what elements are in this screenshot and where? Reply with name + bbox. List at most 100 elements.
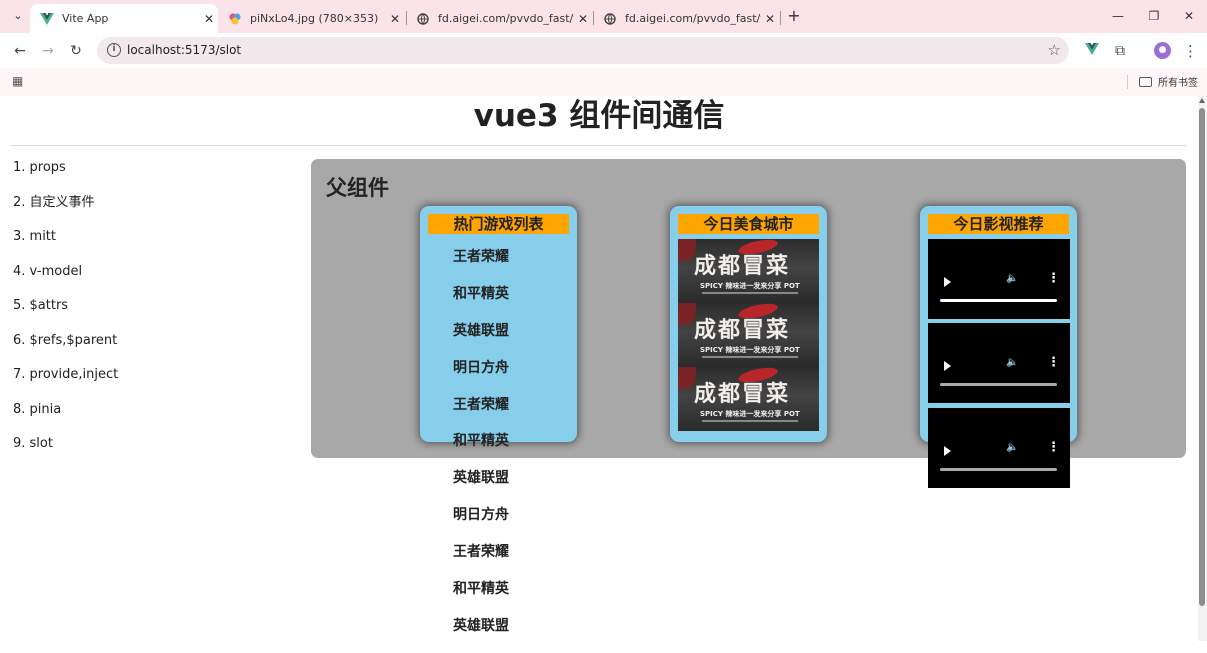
nav-item-pinia[interactable]: 8. pinia [13,401,213,436]
more-options-icon[interactable]: ⋮ [1047,441,1060,454]
tab-title: fd.aigei.com/pvvdo_fast/vdo [625,12,761,25]
volume-icon[interactable]: 🔈 [1006,357,1018,368]
address-bar[interactable]: i localhost:5173/slot ☆ [97,37,1069,64]
close-window-icon[interactable]: ✕ [1178,6,1200,26]
nav-item-props[interactable]: 1. props [13,159,213,194]
nav-item-refs-parent[interactable]: 6. $refs,$parent [13,332,213,367]
food-image-rule [702,420,798,422]
food-image-title: 成都冒菜 [694,317,791,343]
play-icon[interactable] [944,277,951,287]
sidebar-nav: 1. props 2. 自定义事件 3. mitt 4. v-model 5. … [13,159,213,470]
list-item: 明日方舟 [453,507,509,524]
nav-item-mitt[interactable]: 3. mitt [13,228,213,263]
list-item: 明日方舟 [453,359,509,376]
vue-devtools-icon[interactable] [1082,41,1102,61]
food-image-title: 成都冒菜 [694,381,791,407]
food-image-rule [702,292,798,294]
nav-item-attrs[interactable]: 5. $attrs [13,297,213,332]
vue-icon [40,12,54,26]
title-divider [11,145,1187,146]
toolbar: ← → ↻ i localhost:5173/slot ☆ ⧉ ● ⋮ [0,33,1207,68]
close-tab-icon[interactable]: ✕ [574,12,592,26]
tab-aigei-2[interactable]: fd.aigei.com/pvvdo_fast/vdo ✕ [593,4,779,33]
more-options-icon[interactable]: ⋮ [1047,272,1060,285]
video-player[interactable]: 🔈 ⋮ [928,408,1070,488]
folder-icon [1139,76,1152,87]
page-scrollbar[interactable] [1198,96,1207,641]
food-image: 成都冒菜 SPICY 辣味进一发来分享 POT [678,367,819,431]
close-tab-icon[interactable]: ✕ [386,12,404,26]
food-image-title: 成都冒菜 [694,253,791,279]
tab-strip: ⌄ Vite App ✕ piNxLo4.jpg (780×353) ✕ fd.… [0,0,1207,33]
tab-vite-app[interactable]: Vite App ✕ [30,4,218,33]
extensions-icon[interactable]: ⧉ [1110,41,1130,61]
nav-item-provide-inject[interactable]: 7. provide,inject [13,366,213,401]
bookmarks-bar: ▦ 所有书签 [0,68,1207,96]
scroll-thumb[interactable] [1199,108,1205,606]
volume-icon[interactable]: 🔈 [1006,442,1018,453]
game-list: 王者荣耀 和平精英 英雄联盟 明日方舟 王者荣耀 和平精英 英雄联盟 明日方舟 … [453,239,573,636]
food-image-rule [702,356,798,358]
tab-image[interactable]: piNxLo4.jpg (780×353) ✕ [218,4,404,33]
card-header: 热门游戏列表 [428,214,569,234]
food-image-subtitle: SPICY 辣味进一发来分享 POT [700,346,800,354]
list-item: 英雄联盟 [453,470,509,487]
forward-icon[interactable]: → [38,41,58,61]
tab-title: Vite App [62,12,109,25]
list-item: 和平精英 [453,433,509,450]
progress-bar[interactable] [940,383,1057,386]
food-image: 成都冒菜 SPICY 辣味进一发来分享 POT [678,239,819,303]
card-header: 今日美食城市 [678,214,819,234]
video-player[interactable]: 🔈 ⋮ [928,239,1070,319]
card-header: 今日影视推荐 [928,214,1069,234]
volume-icon[interactable]: 🔈 [1006,273,1018,284]
reload-icon[interactable]: ↻ [66,41,86,61]
tab-search-icon[interactable]: ⌄ [8,7,28,25]
video-player[interactable]: 🔈 ⋮ [928,323,1070,403]
site-info-icon[interactable]: i [107,43,121,57]
page-title: vue3 组件间通信 [473,98,725,134]
tab-divider [780,11,781,25]
progress-bar[interactable] [940,468,1057,471]
parent-component: 父组件 热门游戏列表 王者荣耀 和平精英 英雄联盟 明日方舟 王者荣耀 和平精英… [311,159,1186,634]
bookmark-star-icon[interactable]: ☆ [1048,41,1061,59]
browser-window: ⌄ Vite App ✕ piNxLo4.jpg (780×353) ✕ fd.… [0,0,1207,653]
profile-avatar[interactable]: ● [1154,42,1171,59]
globe-icon [603,12,617,26]
nav-item-v-model[interactable]: 4. v-model [13,263,213,298]
url-text[interactable]: localhost:5173/slot [127,43,241,57]
play-icon[interactable] [944,361,951,371]
list-item: 王者荣耀 [453,396,509,413]
minimize-icon[interactable]: — [1107,6,1129,26]
nav-item-slot[interactable]: 9. slot [13,435,213,470]
nav-item-custom-event[interactable]: 2. 自定义事件 [13,194,213,229]
image-icon [228,12,242,26]
games-card: 热门游戏列表 王者荣耀 和平精英 英雄联盟 明日方舟 王者荣耀 和平精英 英雄联… [420,206,577,634]
tab-aigei-1[interactable]: fd.aigei.com/pvvdo_fast/vdo ✕ [406,4,592,33]
progress-bar[interactable] [940,299,1057,302]
movies-card: 今日影视推荐 🔈 ⋮ 🔈 ⋮ 🔈 ⋮ [920,206,1077,488]
apps-grid-icon[interactable]: ▦ [12,74,23,88]
list-item: 和平精英 [453,285,509,302]
close-tab-icon[interactable]: ✕ [761,12,779,26]
tab-title: fd.aigei.com/pvvdo_fast/vdo [438,12,574,25]
list-item: 王者荣耀 [453,544,509,561]
parent-title: 父组件 [326,176,389,200]
list-item: 和平精英 [453,581,509,598]
page-viewport: vue3 组件间通信 1. props 2. 自定义事件 3. mitt 4. … [0,96,1198,636]
scroll-indicator-icon: ⌄ [600,631,607,636]
play-icon[interactable] [944,446,951,456]
close-tab-icon[interactable]: ✕ [200,12,218,26]
back-icon[interactable]: ← [10,41,30,61]
more-options-icon[interactable]: ⋮ [1047,356,1060,369]
list-item: 英雄联盟 [453,322,509,339]
all-bookmarks-button[interactable]: 所有书签 [1139,74,1198,89]
restore-icon[interactable]: ❐ [1143,6,1165,26]
list-item: 英雄联盟 [453,617,509,634]
new-tab-icon[interactable]: + [784,6,804,26]
menu-icon[interactable]: ⋮ [1183,41,1198,61]
food-image: 成都冒菜 SPICY 辣味进一发来分享 POT [678,303,819,367]
food-image-subtitle: SPICY 辣味进一发来分享 POT [700,282,800,290]
food-image-subtitle: SPICY 辣味进一发来分享 POT [700,410,800,418]
scroll-up-arrow-icon[interactable] [1199,98,1205,103]
